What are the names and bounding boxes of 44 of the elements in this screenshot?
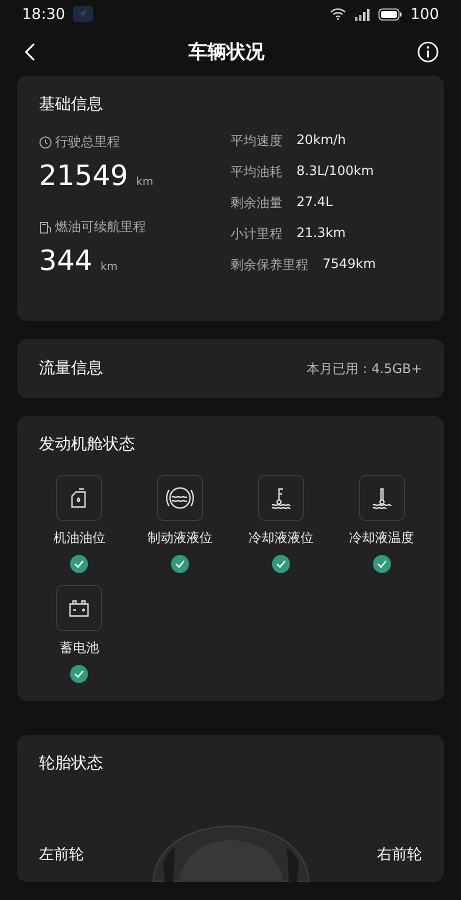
stat-label: 平均油耗 xyxy=(230,164,282,180)
stat-value: 7549km xyxy=(322,257,376,272)
card-title: 流量信息 xyxy=(39,358,103,379)
item-label: 冷却液液位 xyxy=(248,530,314,547)
metric-label: 行驶总里程 xyxy=(55,134,120,151)
oil-can-icon xyxy=(70,487,88,509)
data-usage-value: 本月已用：4.5GB+ xyxy=(306,360,422,378)
stat-value: 8.3L/100km xyxy=(296,164,374,179)
card-title: 轮胎状态 xyxy=(39,753,104,774)
item-label: 制动液液位 xyxy=(148,530,213,547)
fuel-pump-icon xyxy=(39,220,52,234)
data-usage-card[interactable]: 流量信息 本月已用：4.5GB+ xyxy=(17,339,444,398)
wifi-icon xyxy=(330,8,346,20)
coolant-level-icon xyxy=(270,486,292,510)
metric-unit: km xyxy=(136,175,154,188)
signal-icon xyxy=(354,8,370,21)
tire-label: 左前轮 xyxy=(39,845,84,864)
back-icon[interactable] xyxy=(24,42,36,62)
car-battery-icon xyxy=(68,599,90,617)
battery-icon xyxy=(378,8,402,21)
stat-value: 27.4L xyxy=(296,195,333,210)
page-title: 车辆状况 xyxy=(188,40,264,66)
timer-icon xyxy=(39,136,52,148)
metric-value: 344 xyxy=(39,244,92,277)
stat-value: 20km/h xyxy=(296,133,346,148)
stat-label: 剩余保养里程 xyxy=(230,256,308,274)
brake-fluid-icon xyxy=(165,485,196,511)
stat-label: 小计里程 xyxy=(230,226,282,242)
item-label: 机油油位 xyxy=(53,530,106,547)
card-title: 基础信息 xyxy=(39,94,104,115)
item-label: 冷却液温度 xyxy=(349,530,414,547)
status-time: 18:30 xyxy=(22,5,66,24)
info-icon[interactable] xyxy=(417,41,439,64)
stat-value: 21.3km xyxy=(296,226,346,241)
coolant-temperature-icon xyxy=(370,486,393,510)
stat-label: 平均速度 xyxy=(230,132,282,150)
stat-label: 剩余油量 xyxy=(230,194,282,212)
metric-value: 21549 xyxy=(39,159,128,192)
tire-label: 右前轮 xyxy=(377,845,422,864)
metric-label: 燃油可续航里程 xyxy=(55,219,146,236)
metric-unit: km xyxy=(100,260,118,273)
card-title: 发动机舱状态 xyxy=(39,434,136,455)
battery-level: 100 xyxy=(410,5,439,24)
item-label: 蓄电池 xyxy=(60,640,99,657)
